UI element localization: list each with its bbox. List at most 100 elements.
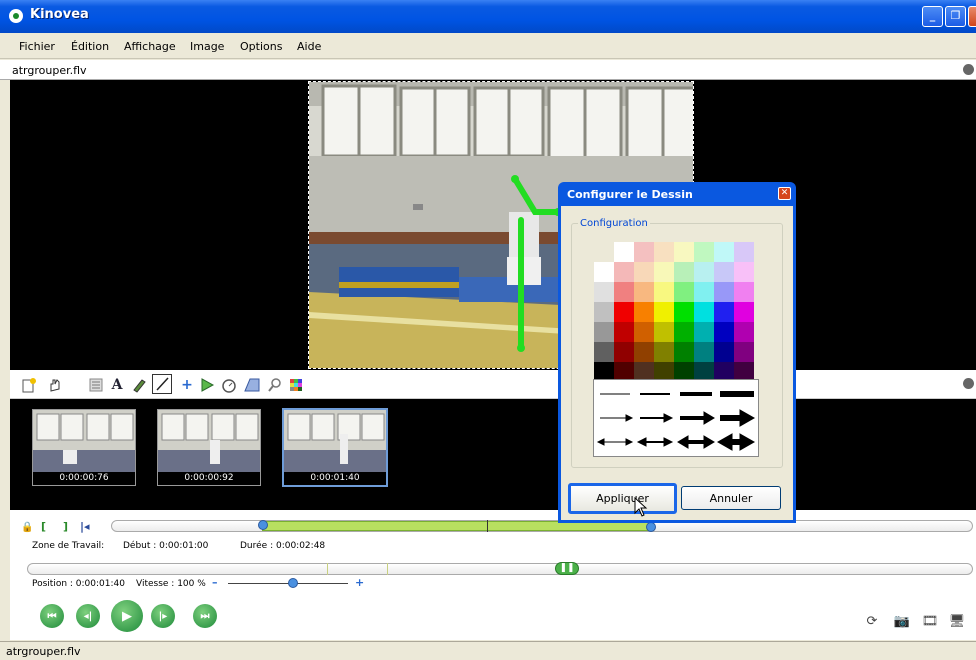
color-swatch[interactable]	[734, 262, 754, 282]
close-screen-icon[interactable]	[963, 64, 974, 75]
line-tool-icon[interactable]	[152, 374, 172, 394]
keyframe-thumbnail[interactable]: 0:00:00:92	[157, 409, 261, 486]
color-swatch[interactable]	[674, 342, 694, 362]
color-swatch[interactable]	[594, 262, 614, 282]
restore-button[interactable]: ❐	[945, 6, 966, 27]
angle-tool-icon[interactable]	[198, 376, 216, 394]
set-end-icon[interactable]: ]	[63, 520, 68, 533]
color-swatch[interactable]	[614, 282, 634, 302]
menu-fichier[interactable]: Fichier	[19, 40, 55, 53]
previous-frame-icon[interactable]: ◂|	[76, 604, 100, 628]
menu-affichage[interactable]: Affichage	[124, 40, 176, 53]
color-swatch[interactable]	[594, 302, 614, 322]
set-start-icon[interactable]: [	[41, 520, 46, 533]
keyframe-thumbnail[interactable]: 0:00:00:76	[32, 409, 136, 486]
color-swatch[interactable]	[694, 342, 714, 362]
last-frame-icon[interactable]: ⏭	[193, 604, 217, 628]
line-style-options[interactable]	[594, 380, 758, 456]
color-swatch[interactable]	[594, 282, 614, 302]
kinovea-app-icon	[9, 9, 23, 23]
color-swatch[interactable]	[714, 262, 734, 282]
color-swatch[interactable]	[654, 322, 674, 342]
color-swatch[interactable]	[654, 302, 674, 322]
color-swatch[interactable]	[694, 302, 714, 322]
apply-button[interactable]: Appliquer	[568, 483, 677, 514]
close-panel-icon[interactable]	[963, 378, 974, 389]
status-bar: atrgrouper.flv	[0, 641, 976, 660]
color-swatch[interactable]	[634, 302, 654, 322]
color-swatch[interactable]	[654, 242, 674, 262]
chrono-tool-icon[interactable]	[220, 376, 238, 394]
color-swatch[interactable]	[594, 342, 614, 362]
color-swatch[interactable]	[594, 322, 614, 342]
color-swatch[interactable]	[714, 342, 734, 362]
color-swatch[interactable]	[614, 262, 634, 282]
color-swatch[interactable]	[694, 282, 714, 302]
color-swatch[interactable]	[674, 242, 694, 262]
color-swatch[interactable]	[654, 342, 674, 362]
color-swatch[interactable]	[694, 262, 714, 282]
magnifier-icon[interactable]	[266, 376, 284, 394]
menu-edition[interactable]: Édition	[71, 40, 109, 53]
menu-image[interactable]: Image	[190, 40, 224, 53]
color-swatch[interactable]	[614, 342, 634, 362]
hand-pointer-icon[interactable]	[46, 376, 64, 394]
color-swatch[interactable]	[714, 282, 734, 302]
color-swatch[interactable]	[634, 322, 654, 342]
next-frame-icon[interactable]: |▸	[151, 604, 175, 628]
menu-options[interactable]: Options	[240, 40, 282, 53]
color-swatch[interactable]	[634, 282, 654, 302]
color-swatch[interactable]	[714, 242, 734, 262]
save-video-icon[interactable]: 🎞	[921, 612, 939, 630]
color-swatch[interactable]	[614, 322, 634, 342]
grid-tool-icon[interactable]	[243, 376, 261, 394]
workzone-start-handle[interactable]	[258, 520, 268, 530]
speed-slider-handle[interactable]	[288, 578, 298, 588]
color-swatch[interactable]	[694, 322, 714, 342]
color-swatch[interactable]	[734, 322, 754, 342]
color-swatch[interactable]	[654, 282, 674, 302]
workzone-end-handle[interactable]	[646, 522, 656, 532]
color-swatch[interactable]	[734, 242, 754, 262]
menu-aide[interactable]: Aide	[297, 40, 321, 53]
export-icon[interactable]: 🖥	[948, 612, 966, 630]
color-swatch[interactable]	[674, 282, 694, 302]
color-swatch[interactable]	[694, 242, 714, 262]
pencil-tool-icon[interactable]	[130, 376, 148, 394]
color-swatch[interactable]	[634, 342, 654, 362]
keyframe-thumbnail-selected[interactable]: 0:00:01:40	[282, 408, 388, 487]
go-to-start-icon[interactable]: |◂	[80, 520, 90, 533]
color-swatch[interactable]	[654, 262, 674, 282]
minimize-button[interactable]: _	[922, 6, 943, 27]
first-frame-icon[interactable]: ⏮	[40, 604, 64, 628]
color-swatch[interactable]	[634, 242, 654, 262]
comment-tool-icon[interactable]	[87, 376, 105, 394]
color-profile-icon[interactable]	[287, 376, 305, 394]
lock-icon[interactable]: 🔒	[21, 522, 33, 533]
color-swatch[interactable]	[614, 302, 634, 322]
position-track[interactable]	[27, 563, 973, 575]
color-swatch[interactable]	[634, 262, 654, 282]
color-swatch[interactable]	[674, 322, 694, 342]
keyframe-time: 0:00:00:76	[33, 472, 135, 485]
color-swatch[interactable]	[614, 242, 634, 262]
color-swatch[interactable]	[714, 322, 734, 342]
sync-icon[interactable]: ⟳	[863, 612, 881, 630]
close-button[interactable]	[968, 6, 976, 27]
text-tool-icon[interactable]: A	[108, 376, 126, 394]
speed-decrease-icon[interactable]: –	[212, 576, 218, 589]
color-swatch[interactable]	[734, 282, 754, 302]
color-swatch[interactable]	[674, 262, 694, 282]
position-cursor[interactable]: ❚❚	[555, 562, 579, 575]
cross-marker-icon[interactable]: +	[178, 376, 196, 394]
color-swatch[interactable]	[714, 302, 734, 322]
snapshot-icon[interactable]: 📷	[893, 612, 911, 630]
color-swatch[interactable]	[734, 342, 754, 362]
cancel-button[interactable]: Annuler	[681, 486, 781, 510]
color-swatch[interactable]	[734, 302, 754, 322]
speed-increase-icon[interactable]: +	[355, 576, 364, 589]
add-keyframe-icon[interactable]	[20, 376, 38, 394]
color-swatch[interactable]	[674, 302, 694, 322]
dialog-close-button[interactable]: ✕	[778, 187, 791, 200]
play-icon[interactable]: ▶	[111, 600, 143, 632]
